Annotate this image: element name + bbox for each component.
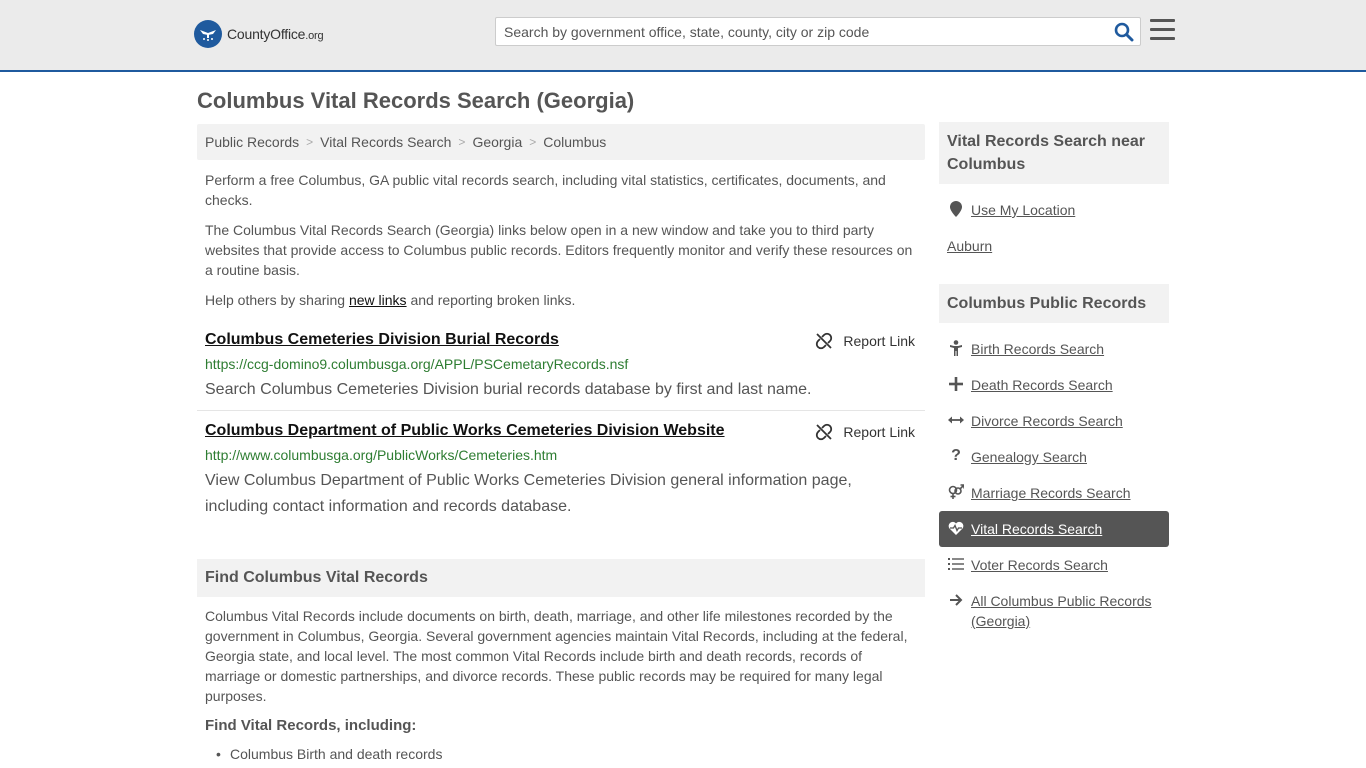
report-link-button[interactable]: Report Link — [815, 423, 915, 441]
logo-wordmark: CountyOffice.org — [227, 26, 324, 42]
find-section-heading: Find Columbus Vital Records — [197, 559, 925, 597]
result-title-link[interactable]: Columbus Department of Public Works Ceme… — [205, 422, 725, 440]
broken-link-icon — [816, 423, 833, 441]
sidebar-item-all-public-records[interactable]: All Columbus Public Records (Georgia) — [947, 591, 1162, 631]
list-icon — [947, 555, 965, 573]
breadcrumb-item-public-records[interactable]: Public Records — [205, 134, 299, 150]
result-divider — [197, 410, 925, 411]
intro-paragraph-3: Help others by sharing new links and rep… — [205, 292, 576, 308]
result-url: http://www.columbusga.org/PublicWorks/Ce… — [205, 447, 558, 463]
find-section-subheading: Find Vital Records, including: — [205, 717, 417, 734]
breadcrumb-item-vital-records[interactable]: Vital Records Search — [320, 134, 451, 150]
breadcrumb-item-columbus[interactable]: Columbus — [543, 134, 606, 150]
intro-paragraph-1: Perform a free Columbus, GA public vital… — [205, 172, 886, 208]
result-item: Columbus Department of Public Works Ceme… — [197, 422, 925, 522]
intro-paragraph-2: The Columbus Vital Records Search (Georg… — [205, 222, 913, 278]
search-input[interactable] — [496, 18, 1096, 45]
breadcrumb-item-georgia[interactable]: Georgia — [472, 134, 522, 150]
venus-mars-icon — [947, 483, 965, 501]
site-logo[interactable]: CountyOffice.org — [194, 20, 324, 48]
sidebar-item-divorce-records[interactable]: Divorce Records Search — [947, 411, 1123, 431]
sidebar-public-records-heading: Columbus Public Records — [939, 284, 1169, 323]
sidebar-item-marriage-records[interactable]: Marriage Records Search — [947, 483, 1131, 503]
cross-icon — [947, 375, 965, 393]
result-description: View Columbus Department of Public Works… — [205, 472, 852, 515]
sidebar-item-vital-records[interactable]: Vital Records Search — [947, 519, 1102, 539]
site-header: CountyOffice.org — [0, 0, 1366, 72]
use-my-location-link[interactable]: Use My Location — [947, 200, 1075, 220]
broken-link-icon — [816, 332, 833, 350]
eagle-seal-icon — [194, 20, 222, 48]
result-title-link[interactable]: Columbus Cemeteries Division Burial Reco… — [205, 331, 559, 349]
new-links-link[interactable]: new links — [349, 292, 407, 308]
sidebar-near-heading: Vital Records Search near Columbus — [939, 122, 1169, 184]
heart-pulse-icon — [947, 519, 965, 537]
result-url: https://ccg-domino9.columbusga.org/APPL/… — [205, 356, 629, 372]
result-item: Columbus Cemeteries Division Burial Reco… — [197, 331, 925, 401]
result-description: Search Columbus Cemeteries Division buri… — [205, 381, 812, 398]
map-pin-icon — [947, 200, 965, 218]
find-section-body: Columbus Vital Records include documents… — [205, 608, 908, 704]
breadcrumb: Public Records > Vital Records Search > … — [197, 124, 925, 160]
breadcrumb-separator-icon: > — [458, 135, 466, 149]
sidebar-item-genealogy[interactable]: ? Genealogy Search — [947, 447, 1087, 467]
sidebar-item-death-records[interactable]: Death Records Search — [947, 375, 1113, 395]
near-place-link-auburn[interactable]: Auburn — [947, 236, 992, 256]
sidebar-item-birth-records[interactable]: Birth Records Search — [947, 339, 1104, 359]
child-icon — [947, 339, 965, 357]
page-title: Columbus Vital Records Search (Georgia) — [197, 88, 635, 113]
list-item: Columbus Birth and death records — [216, 746, 442, 762]
search-icon[interactable] — [1114, 22, 1134, 42]
split-arrows-icon — [947, 411, 965, 429]
sidebar-item-voter-records[interactable]: Voter Records Search — [947, 555, 1108, 575]
arrow-right-icon — [947, 591, 965, 609]
question-icon: ? — [951, 447, 961, 464]
breadcrumb-separator-icon: > — [306, 135, 314, 149]
report-link-button[interactable]: Report Link — [815, 332, 915, 350]
hamburger-menu-icon[interactable] — [1150, 19, 1175, 41]
breadcrumb-separator-icon: > — [529, 135, 537, 149]
search-box — [495, 17, 1141, 46]
